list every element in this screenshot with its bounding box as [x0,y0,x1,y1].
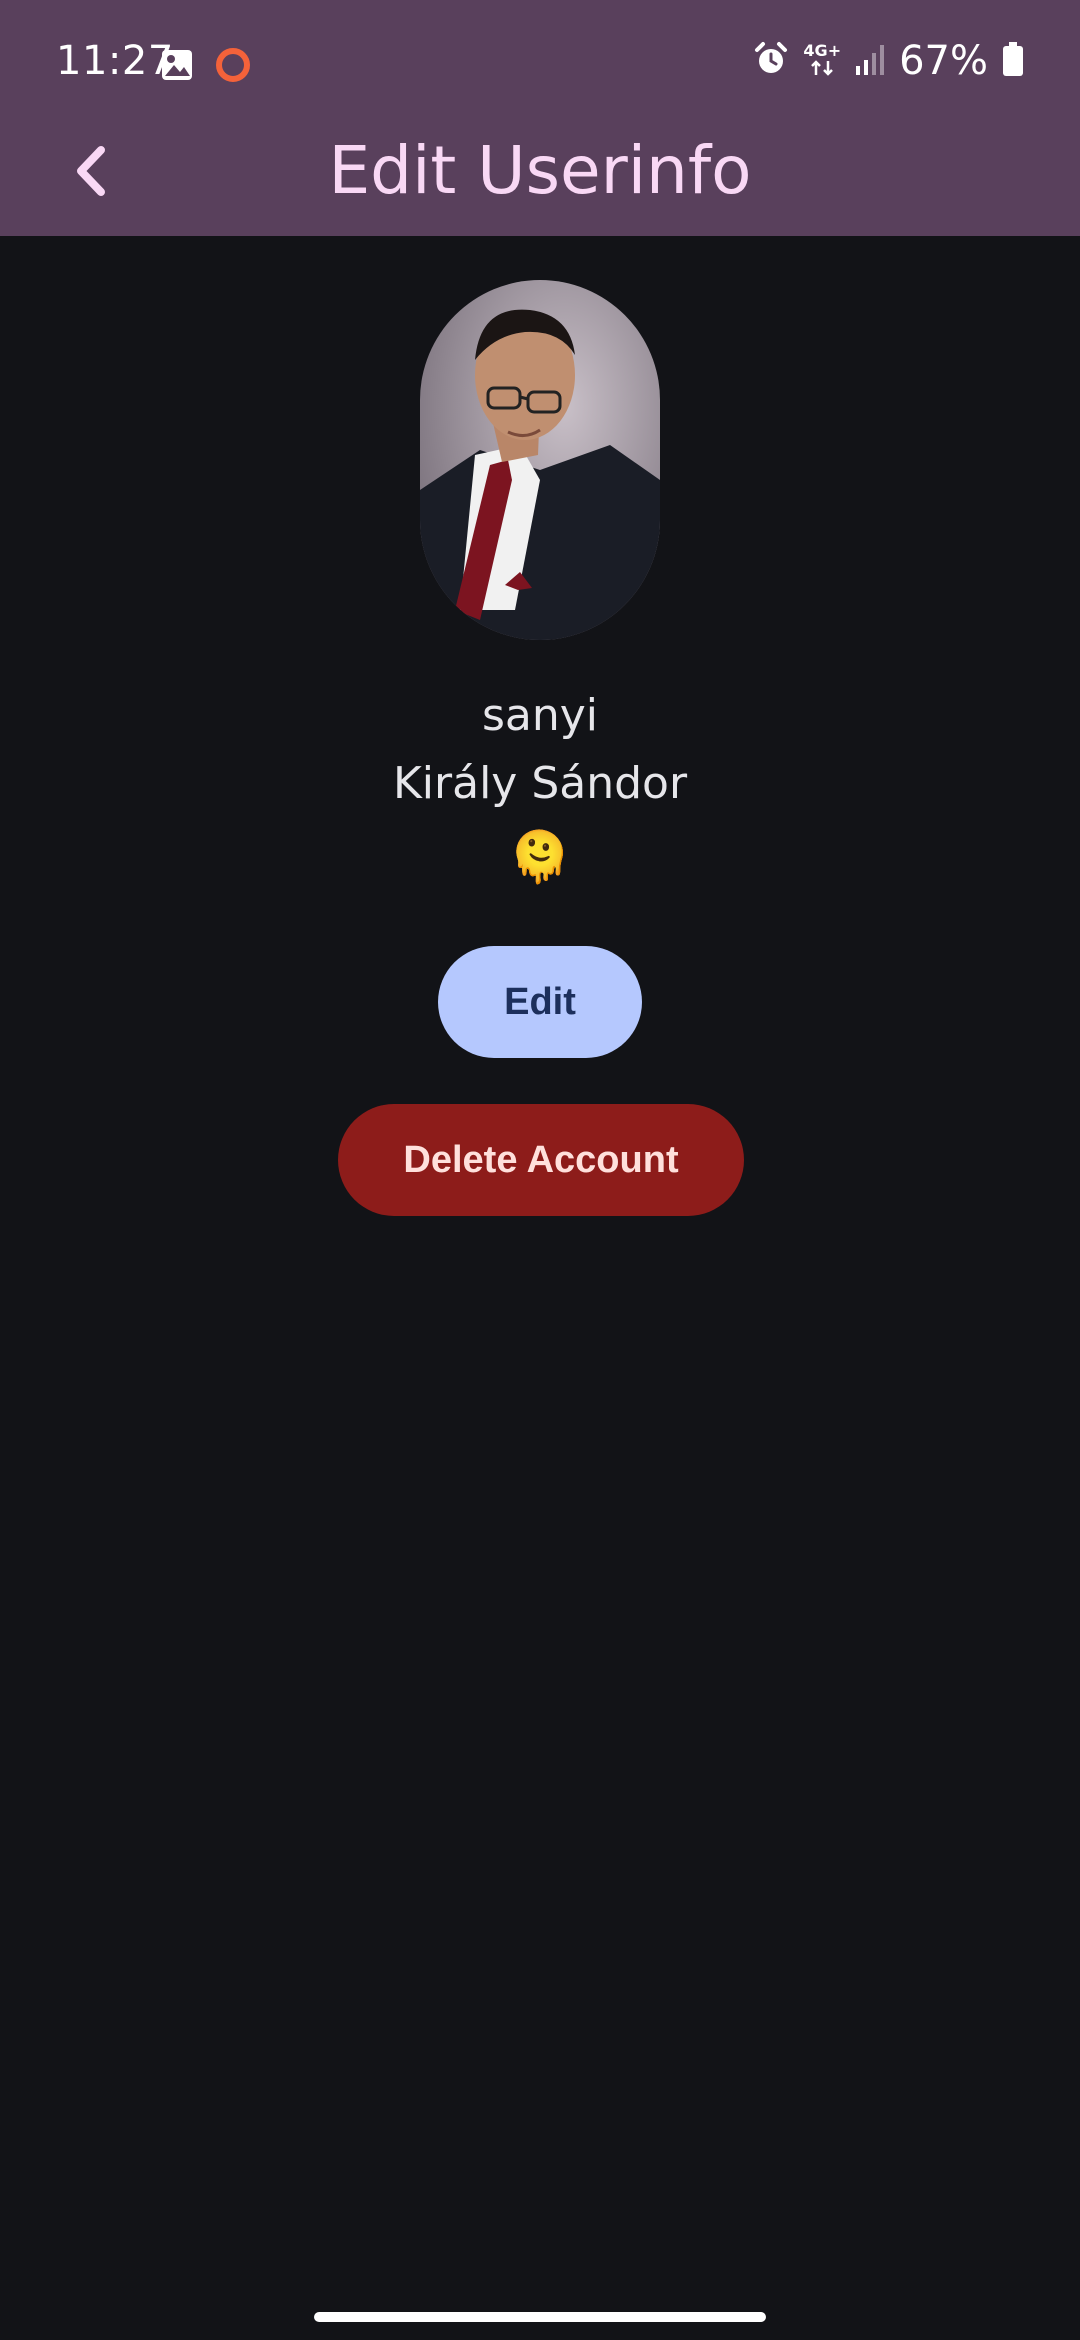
full-name-text: Király Sándor [392,758,688,809]
battery-percent: 67% [899,38,988,84]
edit-userinfo-screen: 11:27 4G+ 67% Edit Userinfo sanyi Király… [0,0,1080,2340]
edit-button-label: Edit [504,980,576,1023]
data-arrows-icon: 4G+ [803,40,842,80]
page-title: Edit Userinfo [328,132,752,209]
status-emoji: 🫠 [508,828,572,886]
status-bar: 11:27 4G+ 67% [0,0,1080,126]
edit-button[interactable]: Edit [438,946,642,1058]
status-system-icons: 4G+ 67% [753,38,1024,84]
home-indicator[interactable] [314,2312,766,2322]
delete-account-button[interactable]: Delete Account [338,1104,744,1216]
app-bar: Edit Userinfo [0,126,1080,236]
username-text: sanyi [481,690,599,741]
status-notification-icons [160,46,252,88]
profile-avatar [420,280,660,640]
signal-icon [855,42,885,80]
network-type-label: 4G+ [803,40,842,60]
status-time: 11:27 [56,38,174,84]
image-icon [160,48,194,86]
battery-icon [1002,41,1024,81]
delete-account-button-label: Delete Account [403,1138,679,1181]
record-ring-icon [214,46,252,88]
alarm-icon [753,41,789,81]
